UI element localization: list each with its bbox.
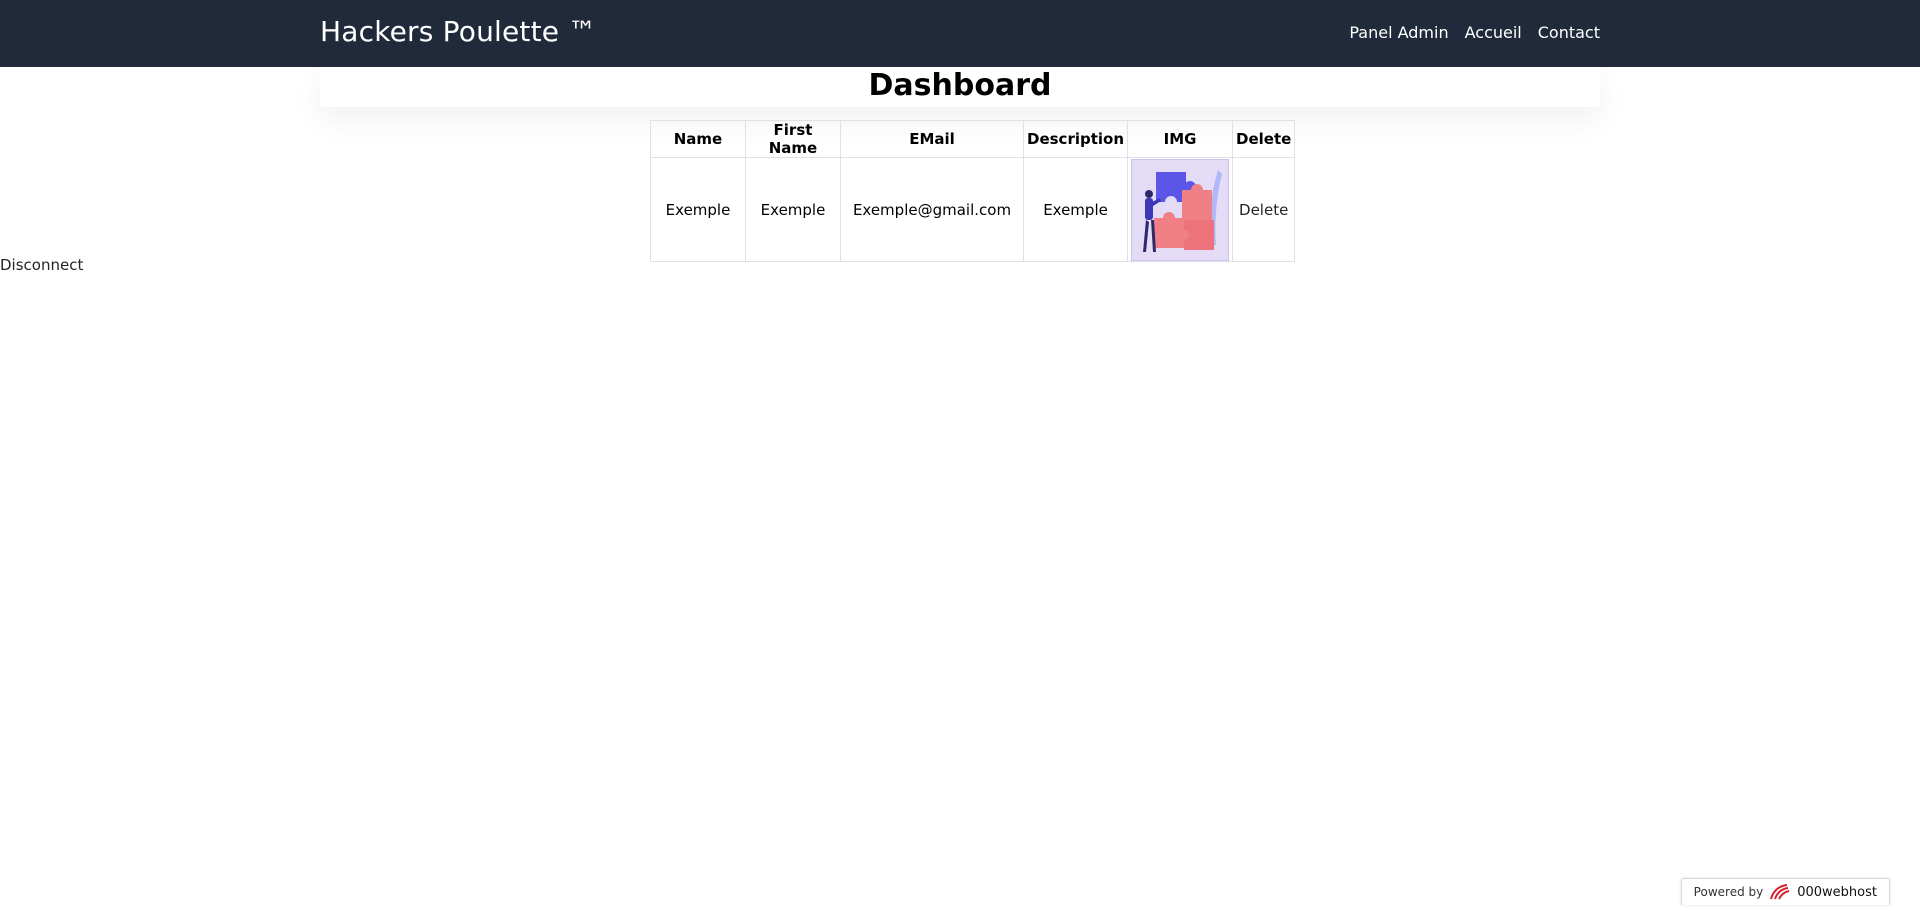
cell-name: Exemple xyxy=(650,157,746,262)
nav-link-contact[interactable]: Contact xyxy=(1538,23,1600,42)
delete-link[interactable]: Delete xyxy=(1239,201,1288,219)
host-name: 000webhost xyxy=(1797,884,1877,900)
column-header-description: Description xyxy=(1022,120,1129,158)
cell-description: Exemple xyxy=(1022,157,1129,262)
top-navbar: Hackers Poulette ™ Panel Admin Accueil C… xyxy=(0,0,1920,67)
disconnect-link[interactable]: Disconnect xyxy=(0,256,83,274)
000webhost-logo-icon xyxy=(1770,884,1790,900)
column-header-img: IMG xyxy=(1127,120,1234,158)
column-header-email: EMail xyxy=(840,120,1024,158)
table-row: Exemple Exemple Exemple@gmail.com Exempl… xyxy=(650,157,1296,262)
cell-delete: Delete xyxy=(1232,157,1296,262)
table-header-row: Name First Name EMail Description IMG De… xyxy=(650,120,1296,158)
nav-link-accueil[interactable]: Accueil xyxy=(1465,23,1522,42)
powered-by-text: Powered by xyxy=(1693,885,1764,899)
cell-first-name: Exemple xyxy=(745,157,841,262)
brand-logo[interactable]: Hackers Poulette ™ xyxy=(320,15,597,48)
column-header-first-name: First Name xyxy=(745,120,841,158)
column-header-delete: Delete xyxy=(1232,120,1296,158)
powered-by-badge[interactable]: Powered by 000webhost xyxy=(1680,878,1890,905)
nav-links: Panel Admin Accueil Contact xyxy=(1349,23,1600,42)
submissions-table: Name First Name EMail Description IMG De… xyxy=(650,120,1296,262)
puzzle-illustration-icon xyxy=(1131,158,1230,261)
cell-email: Exemple@gmail.com xyxy=(840,157,1024,262)
nav-link-panel-admin[interactable]: Panel Admin xyxy=(1349,23,1448,42)
page-title: Dashboard xyxy=(868,68,1052,103)
cell-img xyxy=(1127,157,1234,262)
column-header-name: Name xyxy=(650,120,746,158)
